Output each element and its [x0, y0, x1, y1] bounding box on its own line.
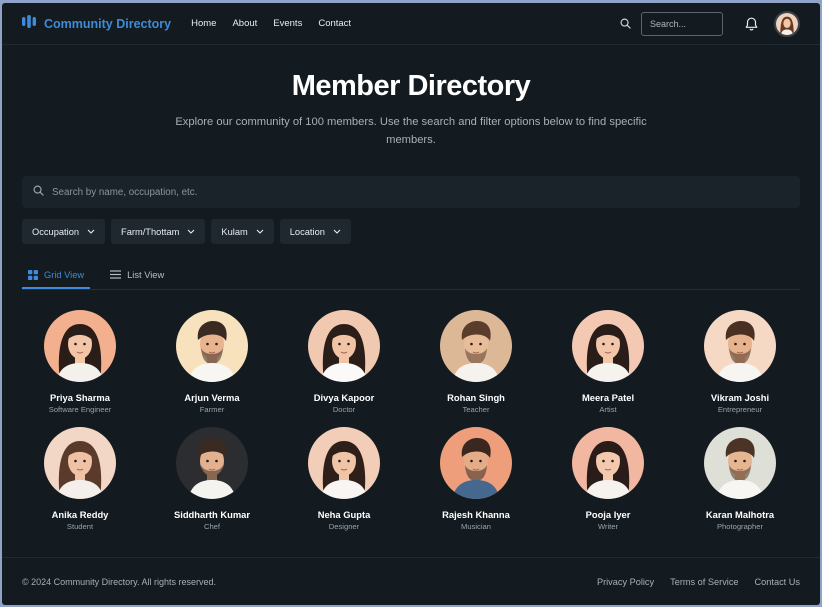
- member-avatar[interactable]: [44, 310, 116, 382]
- chevron-down-icon: [87, 229, 95, 234]
- filter-label: Kulam: [221, 226, 248, 237]
- filter-kulam[interactable]: Kulam: [211, 219, 274, 244]
- member-card[interactable]: Anika Reddy Student: [14, 427, 146, 531]
- member-search-input[interactable]: [52, 186, 452, 198]
- member-card[interactable]: Arjun Verma Farmer: [146, 310, 278, 414]
- footer-links: Privacy Policy Terms of Service Contact …: [597, 577, 800, 587]
- member-occupation: Farmer: [199, 405, 225, 414]
- member-search[interactable]: [22, 176, 800, 208]
- chevron-down-icon: [256, 229, 264, 234]
- filter-farm-thottam[interactable]: Farm/Thottam: [111, 219, 206, 244]
- tab-list-view[interactable]: List View: [104, 266, 170, 289]
- member-name[interactable]: Vikram Joshi: [711, 392, 769, 403]
- member-name[interactable]: Divya Kapoor: [314, 392, 374, 403]
- member-card[interactable]: Siddharth Kumar Chef: [146, 427, 278, 531]
- filter-label: Farm/Thottam: [121, 226, 180, 237]
- tab-label: List View: [127, 270, 165, 280]
- copyright: © 2024 Community Directory. All rights r…: [22, 576, 217, 587]
- member-name[interactable]: Rajesh Khanna: [442, 509, 510, 520]
- member-occupation: Doctor: [332, 405, 356, 414]
- member-name[interactable]: Neha Gupta: [318, 509, 371, 520]
- member-occupation: Chef: [203, 522, 221, 531]
- member-card[interactable]: Priya Sharma Software Engineer: [14, 310, 146, 414]
- member-occupation: Designer: [328, 522, 360, 531]
- grid-icon: [28, 270, 38, 280]
- member-name[interactable]: Priya Sharma: [50, 392, 110, 403]
- member-avatar[interactable]: [704, 427, 776, 499]
- member-occupation: Entrepreneur: [717, 405, 763, 414]
- member-avatar[interactable]: [704, 310, 776, 382]
- member-occupation: Photographer: [716, 522, 764, 531]
- chevron-down-icon: [333, 229, 341, 234]
- list-icon: [110, 270, 122, 279]
- member-name[interactable]: Siddharth Kumar: [174, 509, 250, 520]
- top-nav: Community Directory Home About Events Co…: [2, 3, 820, 45]
- member-grid: Priya Sharma Software Engineer Arjun Verma…: [14, 310, 808, 531]
- footer: © 2024 Community Directory. All rights r…: [2, 557, 820, 605]
- member-avatar[interactable]: [176, 310, 248, 382]
- brand-name: Community Directory: [44, 16, 172, 31]
- member-card[interactable]: Rohan Singh Teacher: [410, 310, 542, 414]
- tab-label: Grid View: [44, 270, 85, 280]
- member-avatar[interactable]: [440, 310, 512, 382]
- member-card[interactable]: Neha Gupta Designer: [278, 427, 410, 531]
- member-name[interactable]: Karan Malhotra: [706, 509, 774, 520]
- app-window: Community Directory Home About Events Co…: [2, 3, 820, 605]
- member-name[interactable]: Pooja Iyer: [586, 509, 631, 520]
- filter-location[interactable]: Location: [279, 219, 351, 244]
- view-tabs: Grid View List View: [22, 266, 800, 290]
- user-avatar[interactable]: [774, 10, 800, 37]
- tab-grid-view[interactable]: Grid View: [22, 266, 91, 289]
- nav-links: Home About Events Contact: [191, 18, 351, 29]
- member-avatar[interactable]: [440, 427, 512, 499]
- nav-link-home[interactable]: Home: [191, 18, 216, 29]
- member-card[interactable]: Karan Malhotra Photographer: [674, 427, 806, 531]
- nav-link-contact[interactable]: Contact: [318, 18, 351, 29]
- nav-link-events[interactable]: Events: [273, 18, 302, 29]
- page-title: Member Directory: [291, 70, 531, 102]
- brand[interactable]: Community Directory: [22, 14, 172, 33]
- nav-search-input[interactable]: [641, 11, 723, 36]
- member-card[interactable]: Meera Patel Artist: [542, 310, 674, 414]
- member-avatar[interactable]: [176, 427, 248, 499]
- member-occupation: Student: [66, 522, 94, 531]
- footer-link-terms[interactable]: Terms of Service: [670, 577, 738, 587]
- footer-link-contact[interactable]: Contact Us: [755, 577, 800, 587]
- filter-label: Occupation: [32, 226, 80, 237]
- member-card[interactable]: Pooja Iyer Writer: [542, 427, 674, 531]
- search-icon: [33, 183, 44, 201]
- member-name[interactable]: Rohan Singh: [447, 392, 505, 403]
- chevron-down-icon: [188, 229, 195, 234]
- filter-occupation[interactable]: Occupation: [22, 219, 106, 244]
- member-occupation: Artist: [599, 405, 617, 414]
- member-name[interactable]: Anika Reddy: [52, 509, 109, 520]
- member-name[interactable]: Arjun Verma: [184, 392, 239, 403]
- nav-actions: [613, 10, 800, 37]
- member-avatar[interactable]: [308, 427, 380, 499]
- search-icon[interactable]: [613, 12, 637, 36]
- member-avatar[interactable]: [308, 310, 380, 382]
- nav-link-about[interactable]: About: [232, 18, 257, 29]
- member-card[interactable]: Divya Kapoor Doctor: [278, 310, 410, 414]
- filter-label: Location: [289, 226, 325, 237]
- page-subtitle: Explore our community of 100 members. Us…: [175, 116, 647, 146]
- member-occupation: Writer: [597, 522, 619, 531]
- member-card[interactable]: Rajesh Khanna Musician: [410, 427, 542, 531]
- member-occupation: Teacher: [462, 405, 490, 414]
- footer-link-privacy[interactable]: Privacy Policy: [597, 577, 654, 587]
- bell-icon[interactable]: [745, 17, 758, 31]
- filter-bar: Occupation Farm/Thottam Kulam Location: [22, 219, 800, 244]
- member-avatar[interactable]: [44, 427, 116, 499]
- member-avatar[interactable]: [572, 310, 644, 382]
- member-occupation: Software Engineer: [48, 405, 112, 414]
- member-name[interactable]: Meera Patel: [582, 392, 634, 403]
- member-card[interactable]: Vikram Joshi Entrepreneur: [674, 310, 806, 414]
- logo-icon: [22, 14, 36, 33]
- member-avatar[interactable]: [572, 427, 644, 499]
- member-occupation: Musician: [461, 522, 491, 531]
